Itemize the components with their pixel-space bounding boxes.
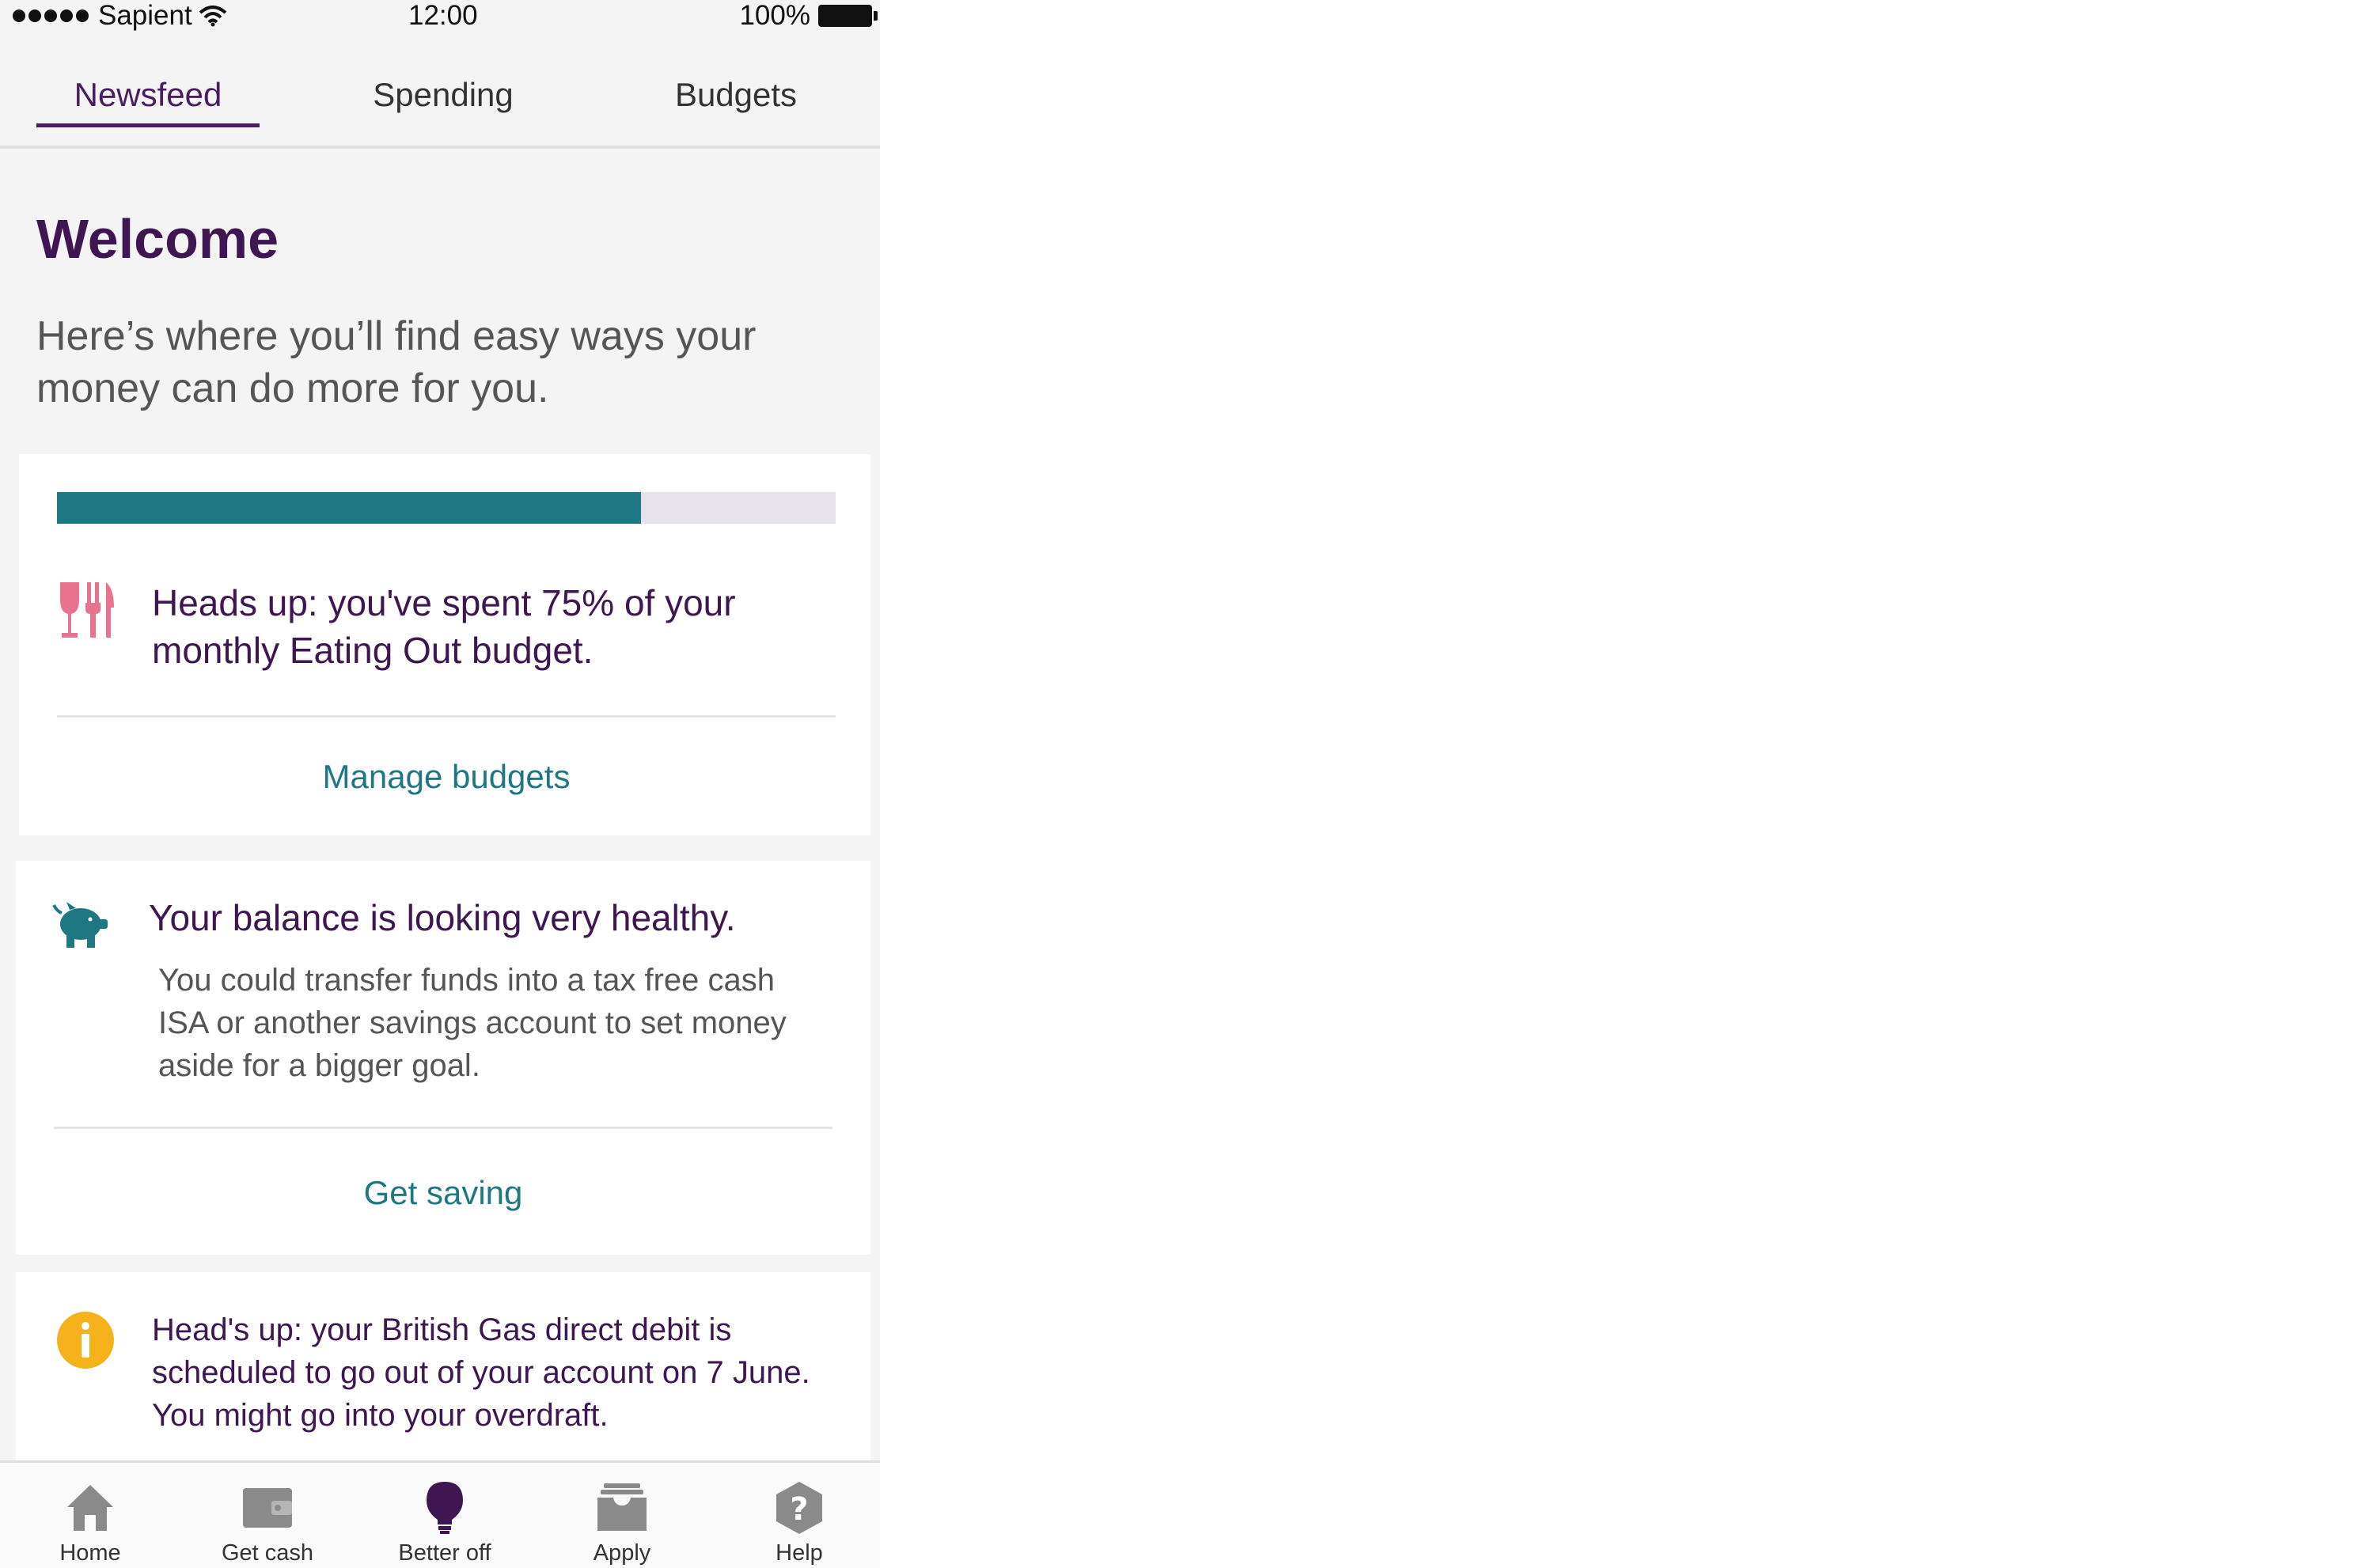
nav-help-label: Help bbox=[776, 1540, 823, 1566]
card-divider bbox=[54, 1127, 832, 1129]
card-divider bbox=[57, 715, 836, 718]
active-tab-indicator bbox=[36, 123, 260, 127]
page-title: Welcome bbox=[36, 208, 279, 270]
nav-better-off[interactable]: Better off bbox=[374, 1463, 516, 1568]
budget-progress-bar bbox=[57, 492, 836, 524]
wallet-icon bbox=[243, 1488, 292, 1528]
get-saving-link[interactable]: Get saving bbox=[54, 1174, 832, 1212]
status-right: 100% bbox=[739, 0, 878, 32]
cutlery-icon bbox=[60, 582, 114, 638]
home-icon bbox=[67, 1485, 113, 1531]
signal-dots-icon bbox=[13, 9, 89, 22]
tab-newsfeed[interactable]: Newsfeed bbox=[36, 76, 260, 114]
phone-screen: Sapient 12:00 100% Newsfeed Spending Bud… bbox=[0, 0, 880, 1568]
inbox-icon bbox=[597, 1483, 647, 1531]
nav-apply-label: Apply bbox=[593, 1540, 651, 1566]
help-icon: ? bbox=[776, 1482, 822, 1534]
wifi-icon bbox=[199, 6, 227, 27]
bottom-nav: Home Get cash Better off Apply ? Help bbox=[0, 1460, 880, 1568]
budget-alert-text: Heads up: you've spent 75% of your month… bbox=[152, 582, 736, 671]
info-icon bbox=[57, 1312, 114, 1369]
battery-percent: 100% bbox=[739, 0, 810, 31]
page-subtitle: Here’s where you’ll find easy ways your … bbox=[36, 313, 757, 411]
status-bar: Sapient 12:00 100% bbox=[0, 0, 880, 32]
tab-budgets[interactable]: Budgets bbox=[625, 76, 847, 114]
lightbulb-icon bbox=[427, 1482, 463, 1534]
savings-body: You could transfer funds into a tax free… bbox=[158, 963, 787, 1083]
nav-get-cash-label: Get cash bbox=[221, 1540, 314, 1566]
status-left: Sapient bbox=[13, 0, 227, 32]
piggy-bank-icon bbox=[52, 902, 108, 948]
top-tabs: Newsfeed Spending Budgets bbox=[0, 62, 880, 149]
budget-progress-fill bbox=[57, 492, 641, 524]
status-time: 12:00 bbox=[408, 0, 478, 31]
savings-title: Your balance is looking very healthy. bbox=[149, 897, 736, 938]
budget-alert-card: Heads up: you've spent 75% of your month… bbox=[19, 454, 870, 835]
svg-text:?: ? bbox=[790, 1491, 808, 1528]
manage-budgets-link[interactable]: Manage budgets bbox=[57, 758, 836, 796]
nav-help[interactable]: ? Help bbox=[728, 1463, 870, 1568]
nav-home[interactable]: Home bbox=[19, 1463, 161, 1568]
carrier-name: Sapient bbox=[98, 0, 192, 31]
nav-get-cash[interactable]: Get cash bbox=[196, 1463, 339, 1568]
nav-apply[interactable]: Apply bbox=[551, 1463, 693, 1568]
tab-spending[interactable]: Spending bbox=[332, 76, 554, 114]
battery-icon bbox=[818, 5, 878, 27]
direct-debit-card: Head's up: your British Gas direct debit… bbox=[16, 1272, 870, 1478]
nav-better-off-label: Better off bbox=[398, 1540, 491, 1566]
nav-home-label: Home bbox=[59, 1540, 121, 1566]
savings-card: Your balance is looking very healthy. Yo… bbox=[16, 861, 870, 1255]
direct-debit-text: Head's up: your British Gas direct debit… bbox=[152, 1312, 810, 1433]
